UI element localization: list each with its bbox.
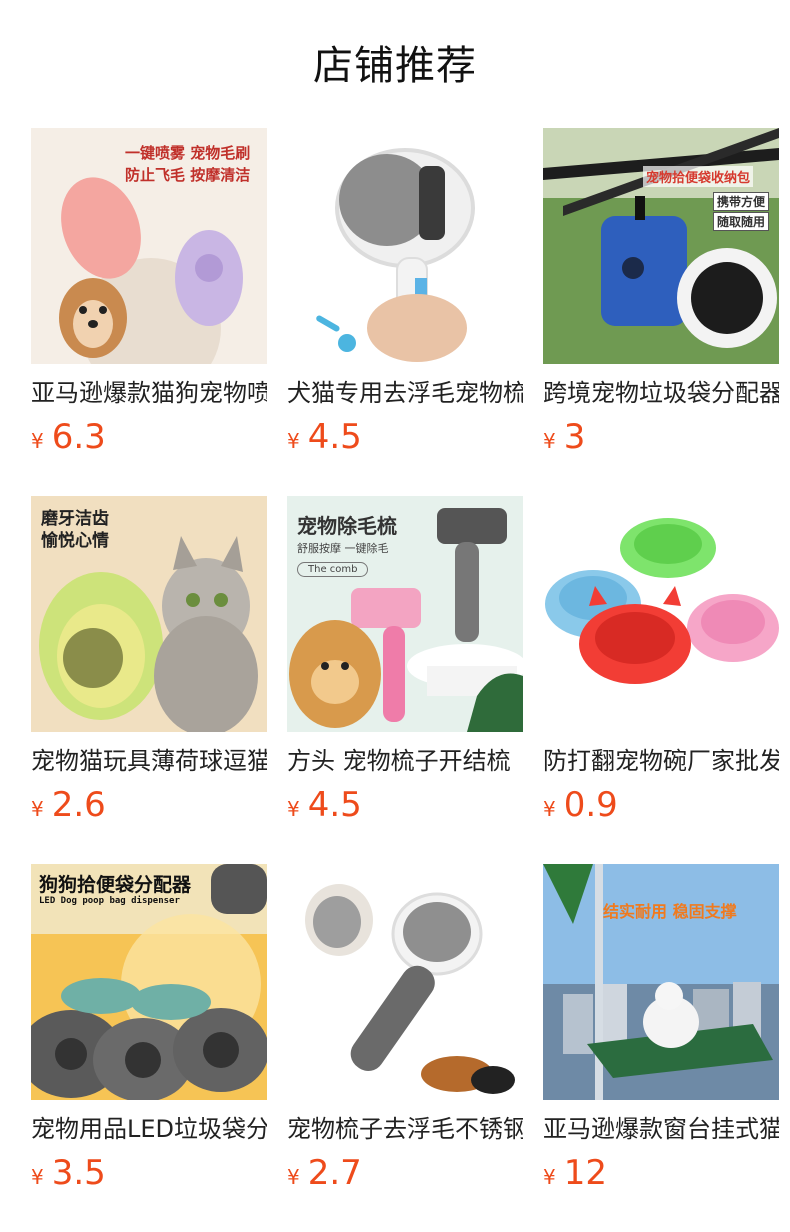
currency-symbol: ¥ (31, 1165, 44, 1189)
product-price: ¥4.5 (287, 414, 362, 460)
product-price: ¥4.5 (287, 782, 362, 828)
product-grid: 一键喷雾 宠物毛刷 防止飞毛 按摩清洁 亚马逊爆款猫狗宠物喷雾按摩梳 ¥6.3 … (31, 128, 781, 1232)
overlay-text: 随取随用 (713, 212, 770, 231)
price-value: 6.3 (51, 417, 106, 457)
price-value: 12 (563, 1153, 607, 1193)
product-card[interactable]: 宠物梳子去浮毛不锈钢针梳 ¥2.7 (287, 864, 523, 1232)
product-name[interactable]: 跨境宠物垃圾袋分配器 (543, 376, 779, 410)
product-name[interactable]: 亚马逊爆款猫狗宠物喷雾按摩梳 (31, 376, 267, 410)
page-title: 店铺推荐 (313, 43, 477, 89)
product-price: ¥2.7 (287, 1150, 362, 1196)
product-name[interactable]: 宠物梳子去浮毛不锈钢针梳 (287, 1112, 523, 1146)
product-price: ¥0.9 (543, 782, 618, 828)
product-image-pet-bowls[interactable] (543, 496, 779, 732)
product-image-catnip-ball[interactable]: 磨牙洁齿 愉悦心情 (31, 496, 267, 732)
overlay-text: 舒服按摩 一键除毛 (297, 542, 389, 555)
product-name[interactable]: 亚马逊爆款窗台挂式猫吊床 (543, 1112, 779, 1146)
price-value: 2.7 (307, 1153, 362, 1193)
product-card[interactable]: 犬猫专用去浮毛宠物梳 ¥4.5 (287, 128, 523, 496)
product-card[interactable]: 结实耐用 稳固支撑 亚马逊爆款窗台挂式猫吊床 ¥12 (543, 864, 779, 1232)
product-image-self-clean-brush[interactable] (287, 128, 523, 364)
product-price: ¥2.6 (31, 782, 106, 828)
overlay-text: 宠物拾便袋收纳包 (643, 166, 754, 187)
product-image-window-hammock[interactable]: 结实耐用 稳固支撑 (543, 864, 779, 1100)
overlay-text: 一键喷雾 宠物毛刷 (125, 144, 251, 162)
overlay-text: LED Dog poop bag dispenser (39, 896, 180, 906)
overlay-text: 狗狗拾便袋分配器 (39, 874, 192, 896)
currency-symbol: ¥ (543, 797, 556, 821)
currency-symbol: ¥ (31, 797, 44, 821)
product-image-led-bag-dispenser[interactable]: 狗狗拾便袋分配器 LED Dog poop bag dispenser (31, 864, 267, 1100)
product-image-slicker-brush[interactable]: 宠物除毛梳 舒服按摩 一键除毛 The comb (287, 496, 523, 732)
currency-symbol: ¥ (31, 429, 44, 453)
product-card[interactable]: 一键喷雾 宠物毛刷 防止飞毛 按摩清洁 亚马逊爆款猫狗宠物喷雾按摩梳 ¥6.3 (31, 128, 267, 496)
product-card[interactable]: 宠物拾便袋收纳包 携带方便 随取随用 跨境宠物垃圾袋分配器 ¥3 (543, 128, 779, 496)
product-price: ¥6.3 (31, 414, 106, 460)
overlay-text: 防止飞毛 按摩清洁 (125, 166, 251, 184)
currency-symbol: ¥ (287, 797, 300, 821)
product-image-grey-brush[interactable] (287, 864, 523, 1100)
product-image-spray-brush[interactable]: 一键喷雾 宠物毛刷 防止飞毛 按摩清洁 (31, 128, 267, 364)
product-card[interactable]: 防打翻宠物碗厂家批发 ¥0.9 (543, 496, 779, 864)
product-name[interactable]: 宠物用品LED垃圾袋分配器 (31, 1112, 267, 1146)
overlay-text: 结实耐用 稳固支撑 (603, 902, 737, 921)
product-price: ¥3.5 (31, 1150, 106, 1196)
product-name[interactable]: 犬猫专用去浮毛宠物梳 (287, 376, 523, 410)
overlay-text: The comb (297, 562, 369, 577)
product-name[interactable]: 防打翻宠物碗厂家批发 (543, 744, 779, 778)
product-card[interactable]: 狗狗拾便袋分配器 LED Dog poop bag dispenser 宠物用品… (31, 864, 267, 1232)
currency-symbol: ¥ (287, 1165, 300, 1189)
currency-symbol: ¥ (287, 429, 300, 453)
product-price: ¥3 (543, 414, 585, 460)
price-value: 3 (563, 417, 586, 457)
price-value: 0.9 (563, 785, 618, 825)
overlay-text: 宠物除毛梳 (297, 514, 397, 538)
product-card[interactable]: 磨牙洁齿 愉悦心情 宠物猫玩具薄荷球逗猫 ¥2.6 (31, 496, 267, 864)
product-card[interactable]: 宠物除毛梳 舒服按摩 一键除毛 The comb 方头 宠物梳子开结梳 ¥4.5 (287, 496, 523, 864)
product-image-poop-bag-holder[interactable]: 宠物拾便袋收纳包 携带方便 随取随用 (543, 128, 779, 364)
product-price: ¥12 (543, 1150, 607, 1196)
currency-symbol: ¥ (543, 429, 556, 453)
currency-symbol: ¥ (543, 1165, 556, 1189)
price-value: 2.6 (51, 785, 106, 825)
overlay-text: 携带方便 (713, 192, 770, 211)
price-value: 4.5 (307, 785, 362, 825)
overlay-text: 愉悦心情 (41, 531, 109, 551)
product-name[interactable]: 方头 宠物梳子开结梳 (287, 744, 523, 778)
price-value: 3.5 (51, 1153, 106, 1193)
product-name[interactable]: 宠物猫玩具薄荷球逗猫 (31, 744, 267, 778)
price-value: 4.5 (307, 417, 362, 457)
